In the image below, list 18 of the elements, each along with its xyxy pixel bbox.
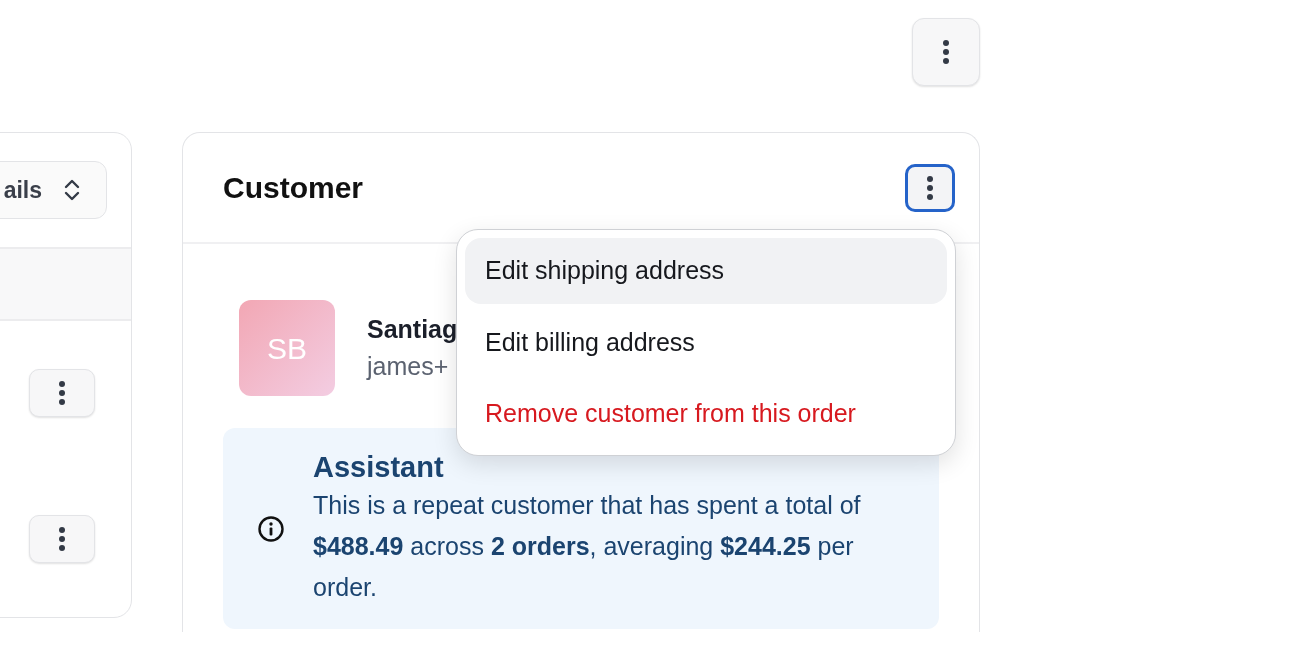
customer-email: james+	[367, 351, 450, 382]
kebab-icon	[942, 39, 950, 65]
chevron-up-down-icon	[64, 178, 80, 202]
customer-name: Santiag	[367, 313, 458, 345]
menu-item[interactable]: Edit shipping address	[465, 238, 947, 304]
kebab-icon	[926, 174, 934, 201]
info-icon	[257, 515, 285, 544]
menu-item[interactable]: Edit billing address	[465, 309, 947, 375]
kebab-icon	[58, 526, 66, 552]
card-title: Customer	[223, 170, 364, 206]
assistant-message: This is a repeat customer that has spent a total of $488.49 across 2 orders, averaging $244.25 per order.	[313, 489, 862, 604]
assistant-title: Assistant	[313, 450, 445, 485]
kebab-icon	[58, 380, 66, 406]
select-field[interactable]: ails	[0, 161, 107, 219]
avatar: SB	[239, 300, 335, 396]
menu-item[interactable]: Remove customer from this order	[465, 381, 947, 447]
select-value: ails	[3, 175, 42, 205]
more-options-button[interactable]	[905, 163, 955, 212]
